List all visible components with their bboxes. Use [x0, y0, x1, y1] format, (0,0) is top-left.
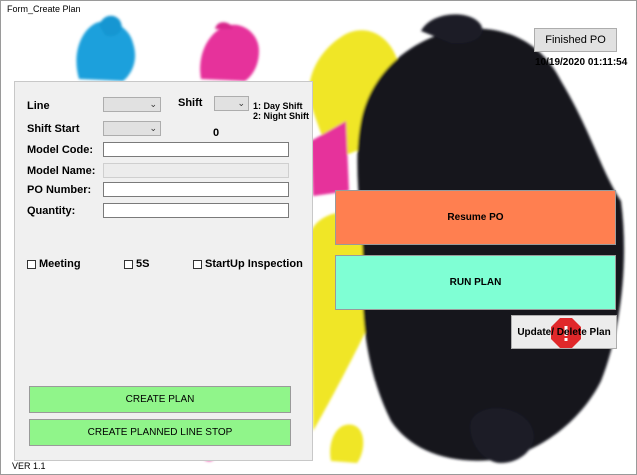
line-select[interactable]: ⌄	[103, 97, 161, 112]
quantity-field[interactable]	[103, 203, 289, 218]
po-number-field[interactable]	[103, 182, 289, 197]
chevron-down-icon: ⌄	[237, 98, 245, 108]
run-plan-button[interactable]: RUN PLAN	[335, 255, 616, 310]
shift-option-night: 2: Night Shift	[253, 111, 309, 121]
model-name-label: Model Name:	[27, 165, 96, 177]
model-code-label: Model Code:	[27, 144, 93, 156]
create-planned-line-stop-button[interactable]: CREATE PLANNED LINE STOP	[29, 419, 291, 446]
finished-po-label: Finished PO	[545, 34, 606, 46]
shift-start-label: Shift Start	[27, 123, 80, 135]
finished-po-button[interactable]: Finished PO	[534, 28, 617, 52]
shift-option-day: 1: Day Shift	[253, 101, 303, 111]
shift-select[interactable]: ⌄	[214, 96, 249, 111]
chevron-down-icon: ⌄	[149, 123, 157, 133]
version-label: VER 1.1	[12, 461, 46, 471]
datetime-display: 10/19/2020 01:11:54	[535, 57, 628, 68]
model-name-field[interactable]	[103, 163, 289, 178]
shift-label: Shift	[178, 97, 203, 109]
meeting-checkbox[interactable]: Meeting	[27, 258, 81, 270]
startup-inspection-checkbox-label: StartUp Inspection	[205, 258, 303, 270]
create-plan-panel: Line ⌄ Shift ⌄ 1: Day Shift 2: Night Shi…	[14, 81, 313, 461]
create-plan-button[interactable]: CREATE PLAN	[29, 386, 291, 413]
shift-start-select[interactable]: ⌄	[103, 121, 161, 136]
checkbox-icon	[124, 259, 133, 269]
checkbox-icon	[27, 259, 36, 269]
main-window: Form_Create Plan Line ⌄ Shift ⌄ 1: Day S…	[0, 0, 637, 475]
chevron-down-icon: ⌄	[149, 99, 157, 109]
run-plan-label: RUN PLAN	[449, 277, 502, 288]
meeting-checkbox-label: Meeting	[39, 258, 81, 270]
create-planned-line-stop-label: CREATE PLANNED LINE STOP	[87, 427, 233, 438]
update-delete-plan-button[interactable]: Update/ Delete Plan	[511, 315, 617, 349]
po-number-label: PO Number:	[27, 184, 92, 196]
startup-inspection-checkbox[interactable]: StartUp Inspection	[193, 258, 303, 270]
count-value: 0	[213, 127, 220, 139]
line-label: Line	[27, 100, 50, 112]
create-plan-button-label: CREATE PLAN	[125, 394, 195, 405]
quantity-label: Quantity:	[27, 205, 76, 217]
five-s-checkbox-label: 5S	[136, 258, 150, 270]
resume-po-label: Resume PO	[447, 212, 504, 223]
checkbox-icon	[193, 259, 202, 269]
resume-po-button[interactable]: Resume PO	[335, 190, 616, 245]
five-s-checkbox[interactable]: 5S	[124, 258, 149, 270]
model-code-field[interactable]	[103, 142, 289, 157]
update-delete-plan-label: Update/ Delete Plan	[517, 326, 611, 338]
